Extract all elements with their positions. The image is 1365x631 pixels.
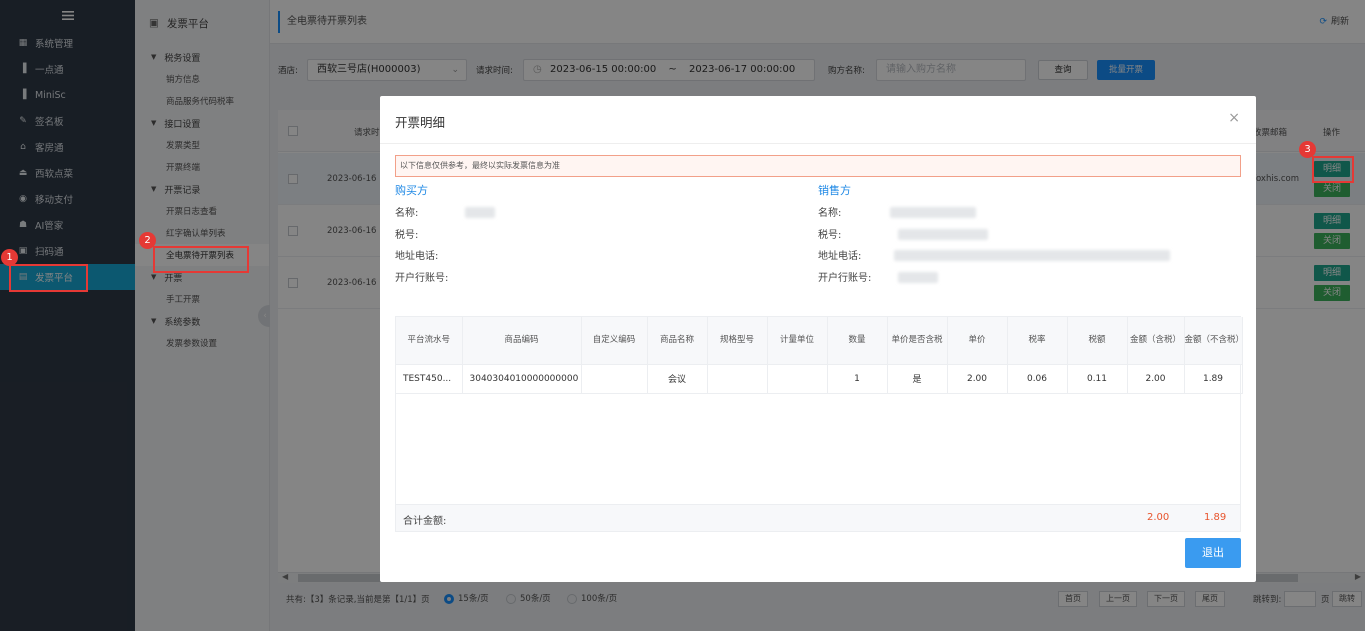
items-cell: [767, 364, 828, 394]
buyer-tax-label: 税号:: [395, 229, 419, 241]
annotation-box-2: [153, 246, 249, 273]
items-col-header: 金额（不含税）: [1184, 317, 1244, 365]
items-cell: 1: [827, 364, 888, 394]
redacted-value: [898, 271, 938, 283]
items-row: TEST450... 3040304010000000000 会议 1 是 2.00 0.0…: [396, 364, 1243, 394]
seller-bank-row: 开户行账号:: [818, 269, 1218, 291]
items-col-header: 计量单位: [767, 317, 828, 365]
close-icon[interactable]: ×: [1228, 110, 1240, 126]
invoice-items-table: 平台流水号 商品编码 自定义编码 商品名称 规格型号 计量单位 数量 单价是否含税 单价 税率 税额…: [395, 316, 1244, 532]
annotation-badge-1: 1: [1, 249, 18, 266]
items-col-header: 单价是否含税: [887, 317, 948, 365]
seller-tax-row: 税号:: [818, 226, 1218, 248]
items-header-row: 平台流水号 商品编码 自定义编码 商品名称 规格型号 计量单位 数量 单价是否含税 单价 税率 税额…: [396, 317, 1244, 365]
items-cell: 会议: [647, 364, 708, 394]
buyer-tax-row: 税号:: [395, 226, 795, 248]
items-col-header: 单价: [947, 317, 1008, 365]
total-with-tax: 2.00: [1147, 512, 1170, 523]
items-col-header: 商品编码: [462, 317, 582, 365]
items-cell: [707, 364, 768, 394]
notice-banner: 以下信息仅供参考，最终以实际发票信息为准: [395, 155, 1241, 177]
invoice-detail-dialog: 开票明细 × 以下信息仅供参考，最终以实际发票信息为准 购买方 名称: 税号: …: [380, 96, 1256, 582]
buyer-addr-row: 地址电话:: [395, 247, 795, 269]
seller-tax-label: 税号:: [818, 229, 842, 241]
annotation-badge-2: 2: [139, 232, 156, 249]
seller-addr-row: 地址电话:: [818, 247, 1218, 269]
seller-section: 销售方 名称: 税号: 地址电话: 开户行账号:: [818, 182, 1218, 290]
seller-title: 销售方: [818, 184, 851, 197]
items-col-header: 平台流水号: [396, 317, 463, 365]
buyer-section: 购买方 名称: 税号: 地址电话: 开户行账号:: [395, 182, 795, 290]
annotation-box-1: [9, 264, 88, 292]
items-col-header: 商品名称: [647, 317, 708, 365]
dialog-divider: [380, 143, 1256, 144]
items-col-header: 金额（含税）: [1127, 317, 1185, 365]
annotation-box-3: [1312, 156, 1354, 183]
total-without-tax: 1.89: [1204, 512, 1227, 523]
items-cell: 0.06: [1007, 364, 1068, 394]
items-cell: [581, 364, 648, 394]
items-col-header: 自定义编码: [581, 317, 648, 365]
items-cell: 2.00: [947, 364, 1008, 394]
redacted-value: [894, 250, 1170, 261]
exit-button[interactable]: 退出: [1185, 538, 1241, 568]
items-col-header: 数量: [827, 317, 888, 365]
dialog-title: 开票明细: [395, 115, 446, 130]
redacted-value: [890, 207, 976, 218]
seller-bank-label: 开户行账号:: [818, 272, 872, 284]
seller-name-label: 名称:: [818, 208, 842, 219]
items-cell: TEST450...: [396, 364, 463, 394]
buyer-title: 购买方: [395, 184, 428, 197]
items-col-header: 税率: [1007, 317, 1068, 365]
buyer-bank-row: 开户行账号:: [395, 269, 795, 291]
items-cell: 1.89: [1184, 364, 1243, 394]
items-col-header: 规格型号: [707, 317, 768, 365]
total-label: 合计金额:: [403, 516, 447, 527]
items-cell: 是: [887, 364, 948, 394]
items-cell: 0.11: [1067, 364, 1128, 394]
total-row: 合计金额: 2.00 1.89: [395, 504, 1241, 532]
items-cell: 3040304010000000000: [462, 364, 582, 394]
items-col-header: 税额: [1067, 317, 1128, 365]
redacted-value: [898, 228, 988, 240]
app-root: ▦ 系统管理 ▐ 一点通 ▐ MiniSc ✎ 签名板 ⌂ 客房通 ⏏ 西软点菜 ◉ 移动支付 ☗ AI管家 ▣…: [0, 0, 1365, 631]
buyer-bank-label: 开户行账号:: [395, 272, 449, 284]
buyer-name-label: 名称:: [395, 208, 419, 219]
seller-name-row: 名称:: [818, 204, 1218, 226]
seller-addr-label: 地址电话:: [818, 251, 862, 262]
annotation-badge-3: 3: [1299, 141, 1316, 158]
buyer-addr-label: 地址电话:: [395, 251, 439, 262]
items-cell: 2.00: [1127, 364, 1185, 394]
redacted-value: [465, 207, 495, 218]
buyer-name-row: 名称:: [395, 204, 795, 226]
